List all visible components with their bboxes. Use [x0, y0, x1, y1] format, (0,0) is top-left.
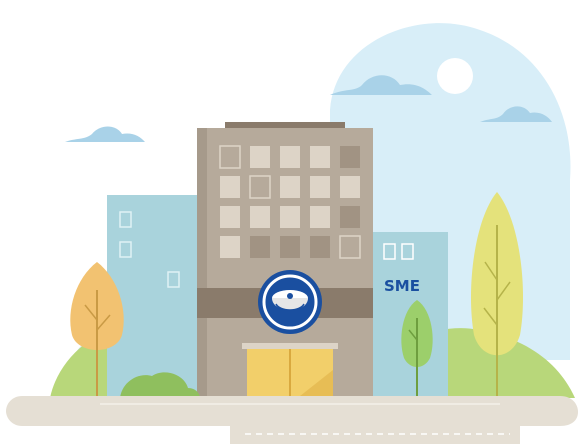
window: [280, 176, 300, 198]
window: [220, 236, 240, 258]
window: [280, 236, 300, 258]
window: [280, 206, 300, 228]
satellite-dish-logo-icon: [258, 270, 322, 334]
window: [280, 146, 300, 168]
window: [250, 146, 270, 168]
ground-path: [230, 420, 520, 444]
window: [340, 176, 360, 198]
window: [310, 236, 330, 258]
side-building-left: [107, 195, 202, 400]
window: [310, 146, 330, 168]
illustration-scene: SME: [0, 0, 583, 444]
sme-sign: SME: [384, 277, 420, 295]
window: [310, 176, 330, 198]
window: [220, 206, 240, 228]
window: [340, 146, 360, 168]
cloud-icon: [65, 126, 145, 142]
main-building-side-shadow: [197, 128, 207, 400]
entrance-canopy: [242, 343, 338, 349]
window: [250, 206, 270, 228]
building-illustration: SME: [6, 23, 578, 444]
window: [340, 206, 360, 228]
window: [250, 236, 270, 258]
sun-icon: [437, 58, 473, 94]
window: [310, 206, 330, 228]
window: [220, 176, 240, 198]
